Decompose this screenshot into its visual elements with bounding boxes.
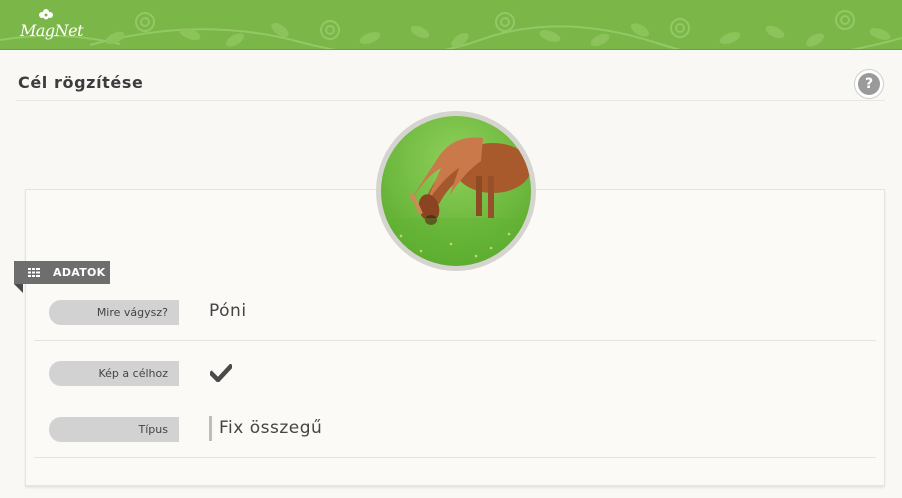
goal-image <box>376 111 536 271</box>
section-tag-label: ADATOK <box>53 266 106 279</box>
magnet-logo[interactable]: MagNet <box>18 8 84 42</box>
logo-text: MagNet <box>20 21 84 40</box>
field-value-wish: Póni <box>209 301 247 321</box>
page-title: Cél rögzítése <box>18 73 144 92</box>
field-label-wish: Mire vágysz? <box>49 300 179 325</box>
section-tag-fold <box>14 284 23 293</box>
leaf-pattern-decoration <box>0 10 902 49</box>
question-icon: ? <box>858 73 880 95</box>
row-divider <box>34 340 876 341</box>
section-tag-adatok: ADATOK <box>14 261 110 284</box>
pony-photo <box>381 116 531 266</box>
app-header: MagNet <box>0 0 902 50</box>
table-icon <box>28 268 40 277</box>
logo-flower-icon <box>39 9 53 20</box>
title-divider <box>16 100 885 101</box>
help-button[interactable]: ? <box>854 69 884 99</box>
field-value-type: Fix összegű <box>219 418 323 438</box>
field-label-image: Kép a célhoz <box>49 361 179 386</box>
checkmark-icon <box>210 364 232 382</box>
field-label-type: Típus <box>49 417 179 442</box>
type-value-indicator <box>209 416 212 441</box>
row-divider <box>34 457 876 458</box>
